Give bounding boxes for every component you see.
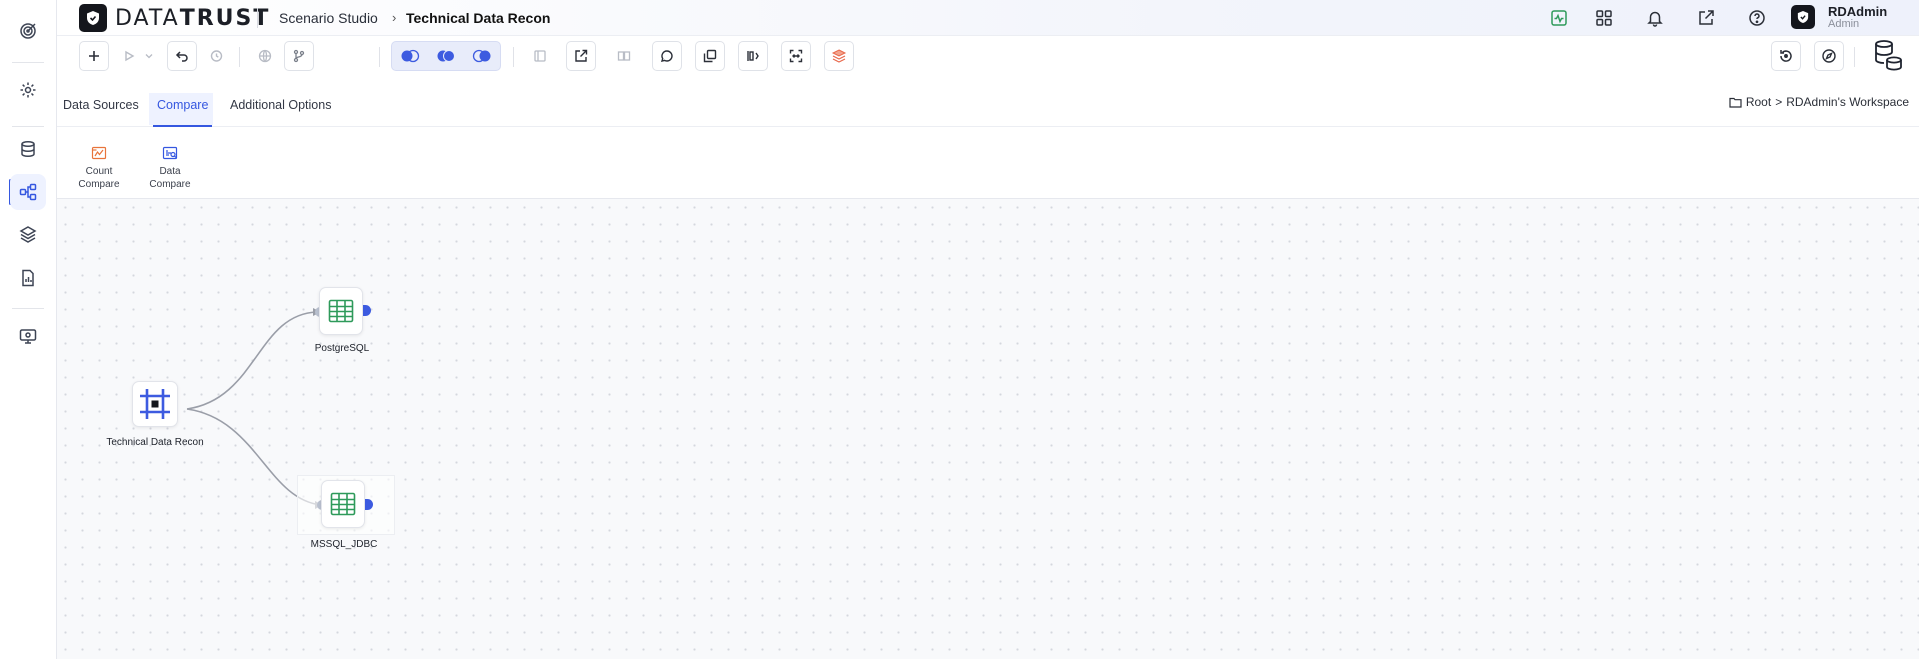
tab-data-sources[interactable]: Data Sources: [59, 95, 143, 127]
database-icon[interactable]: [10, 131, 46, 167]
left-sidebar: [0, 0, 57, 659]
workflow-canvas[interactable]: Technical Data Recon PostgreSQL MSSQL_JD…: [57, 199, 1919, 659]
sidebar-divider: [12, 62, 44, 63]
add-button[interactable]: [79, 41, 109, 71]
join-type-group: [391, 41, 501, 71]
sidebar-divider: [12, 308, 44, 309]
globe-icon[interactable]: [250, 41, 280, 71]
help-icon[interactable]: [1745, 6, 1769, 30]
activity-icon[interactable]: [1547, 6, 1571, 30]
postgresql-node-label: PostgreSQL: [314, 343, 370, 354]
history-icon[interactable]: [201, 41, 231, 71]
target-icon[interactable]: [10, 13, 46, 49]
mssql-node[interactable]: [321, 480, 365, 528]
chevron-right-icon: ›: [392, 10, 397, 25]
shield-logo-icon: [79, 4, 107, 32]
header-divider: [257, 8, 258, 28]
undo-button[interactable]: [167, 41, 197, 71]
workspace-root[interactable]: Root: [1746, 95, 1771, 109]
fit-view-button[interactable]: [781, 41, 811, 71]
monitor-settings-icon[interactable]: [10, 318, 46, 354]
left-join-icon[interactable]: [392, 42, 428, 70]
data-compare-icon: [162, 145, 178, 161]
recon-node[interactable]: [132, 381, 178, 427]
export-button[interactable]: [566, 41, 596, 71]
tab-compare[interactable]: Compare: [153, 95, 213, 127]
data-compare-label-1: Data: [159, 166, 181, 177]
table-icon: [330, 492, 356, 516]
layers-button[interactable]: [824, 41, 854, 71]
folder-icon: [1729, 97, 1742, 108]
sidebar-divider: [12, 126, 44, 127]
workspace-breadcrumb[interactable]: Root > RDAdmin's Workspace: [1729, 95, 1909, 109]
postgresql-node[interactable]: [319, 287, 363, 335]
top-header: DATATRUST Scenario Studio › Technical Da…: [57, 0, 1919, 36]
explore-compass-button[interactable]: [1814, 41, 1844, 71]
recon-node-label: Technical Data Recon: [106, 437, 204, 448]
inner-join-icon[interactable]: [428, 42, 464, 70]
data-compare-tool[interactable]: Data Compare: [143, 145, 197, 191]
data-compare-label-2: Compare: [149, 179, 191, 190]
tab-additional-options[interactable]: Additional Options: [226, 95, 335, 127]
count-compare-tool[interactable]: Count Compare: [72, 145, 126, 191]
bell-icon[interactable]: [1643, 6, 1667, 30]
branch-button[interactable]: [284, 41, 314, 71]
edges-layer: [186, 308, 323, 509]
toolbar-divider: [239, 47, 240, 67]
toolbar: [57, 36, 1919, 76]
table-icon: [328, 299, 354, 323]
toolbar-divider: [513, 47, 514, 67]
comment-button[interactable]: [652, 41, 682, 71]
reset-button[interactable]: [1771, 41, 1801, 71]
database-sync-icon[interactable]: [1871, 38, 1905, 72]
toolbar-divider: [1854, 47, 1855, 67]
settings-icon[interactable]: [10, 72, 46, 108]
panel-icon[interactable]: [525, 41, 555, 71]
count-compare-icon: [91, 145, 107, 161]
compare-icon[interactable]: [609, 41, 639, 71]
external-link-icon[interactable]: [1694, 6, 1718, 30]
run-button[interactable]: [118, 41, 140, 71]
count-compare-label-1: Count: [85, 166, 113, 177]
avatar[interactable]: [1791, 5, 1815, 29]
workspace-name[interactable]: RDAdmin's Workspace: [1786, 95, 1909, 109]
user-name[interactable]: RDAdmin: [1828, 4, 1887, 19]
workflow-icon[interactable]: [10, 174, 46, 210]
edge-recon-to-postgresql[interactable]: [186, 311, 318, 410]
mssql-node-label: MSSQL_JDBC: [310, 539, 378, 550]
right-join-icon[interactable]: [464, 42, 500, 70]
count-compare-label-2: Compare: [78, 179, 120, 190]
report-icon[interactable]: [10, 260, 46, 296]
workspace-separator: >: [1775, 95, 1783, 109]
apps-grid-icon[interactable]: [1592, 6, 1616, 30]
align-button[interactable]: [738, 41, 768, 71]
recon-frame-icon: [140, 389, 170, 419]
toolbar-divider: [379, 47, 380, 67]
breadcrumb-scenario-studio[interactable]: Scenario Studio: [279, 10, 378, 26]
logo-text: DATATRUST: [115, 5, 271, 31]
duplicate-button[interactable]: [695, 41, 725, 71]
run-options-chevron-icon[interactable]: [140, 41, 158, 71]
layers-icon[interactable]: [10, 216, 46, 252]
user-role: Admin: [1828, 18, 1860, 30]
logo[interactable]: DATATRUST: [79, 4, 270, 32]
tab-bar: Data Sources Compare Additional Options …: [57, 93, 1919, 127]
operator-palette: Count Compare Data Compare: [57, 127, 1919, 199]
breadcrumb-current: Technical Data Recon: [406, 10, 551, 26]
